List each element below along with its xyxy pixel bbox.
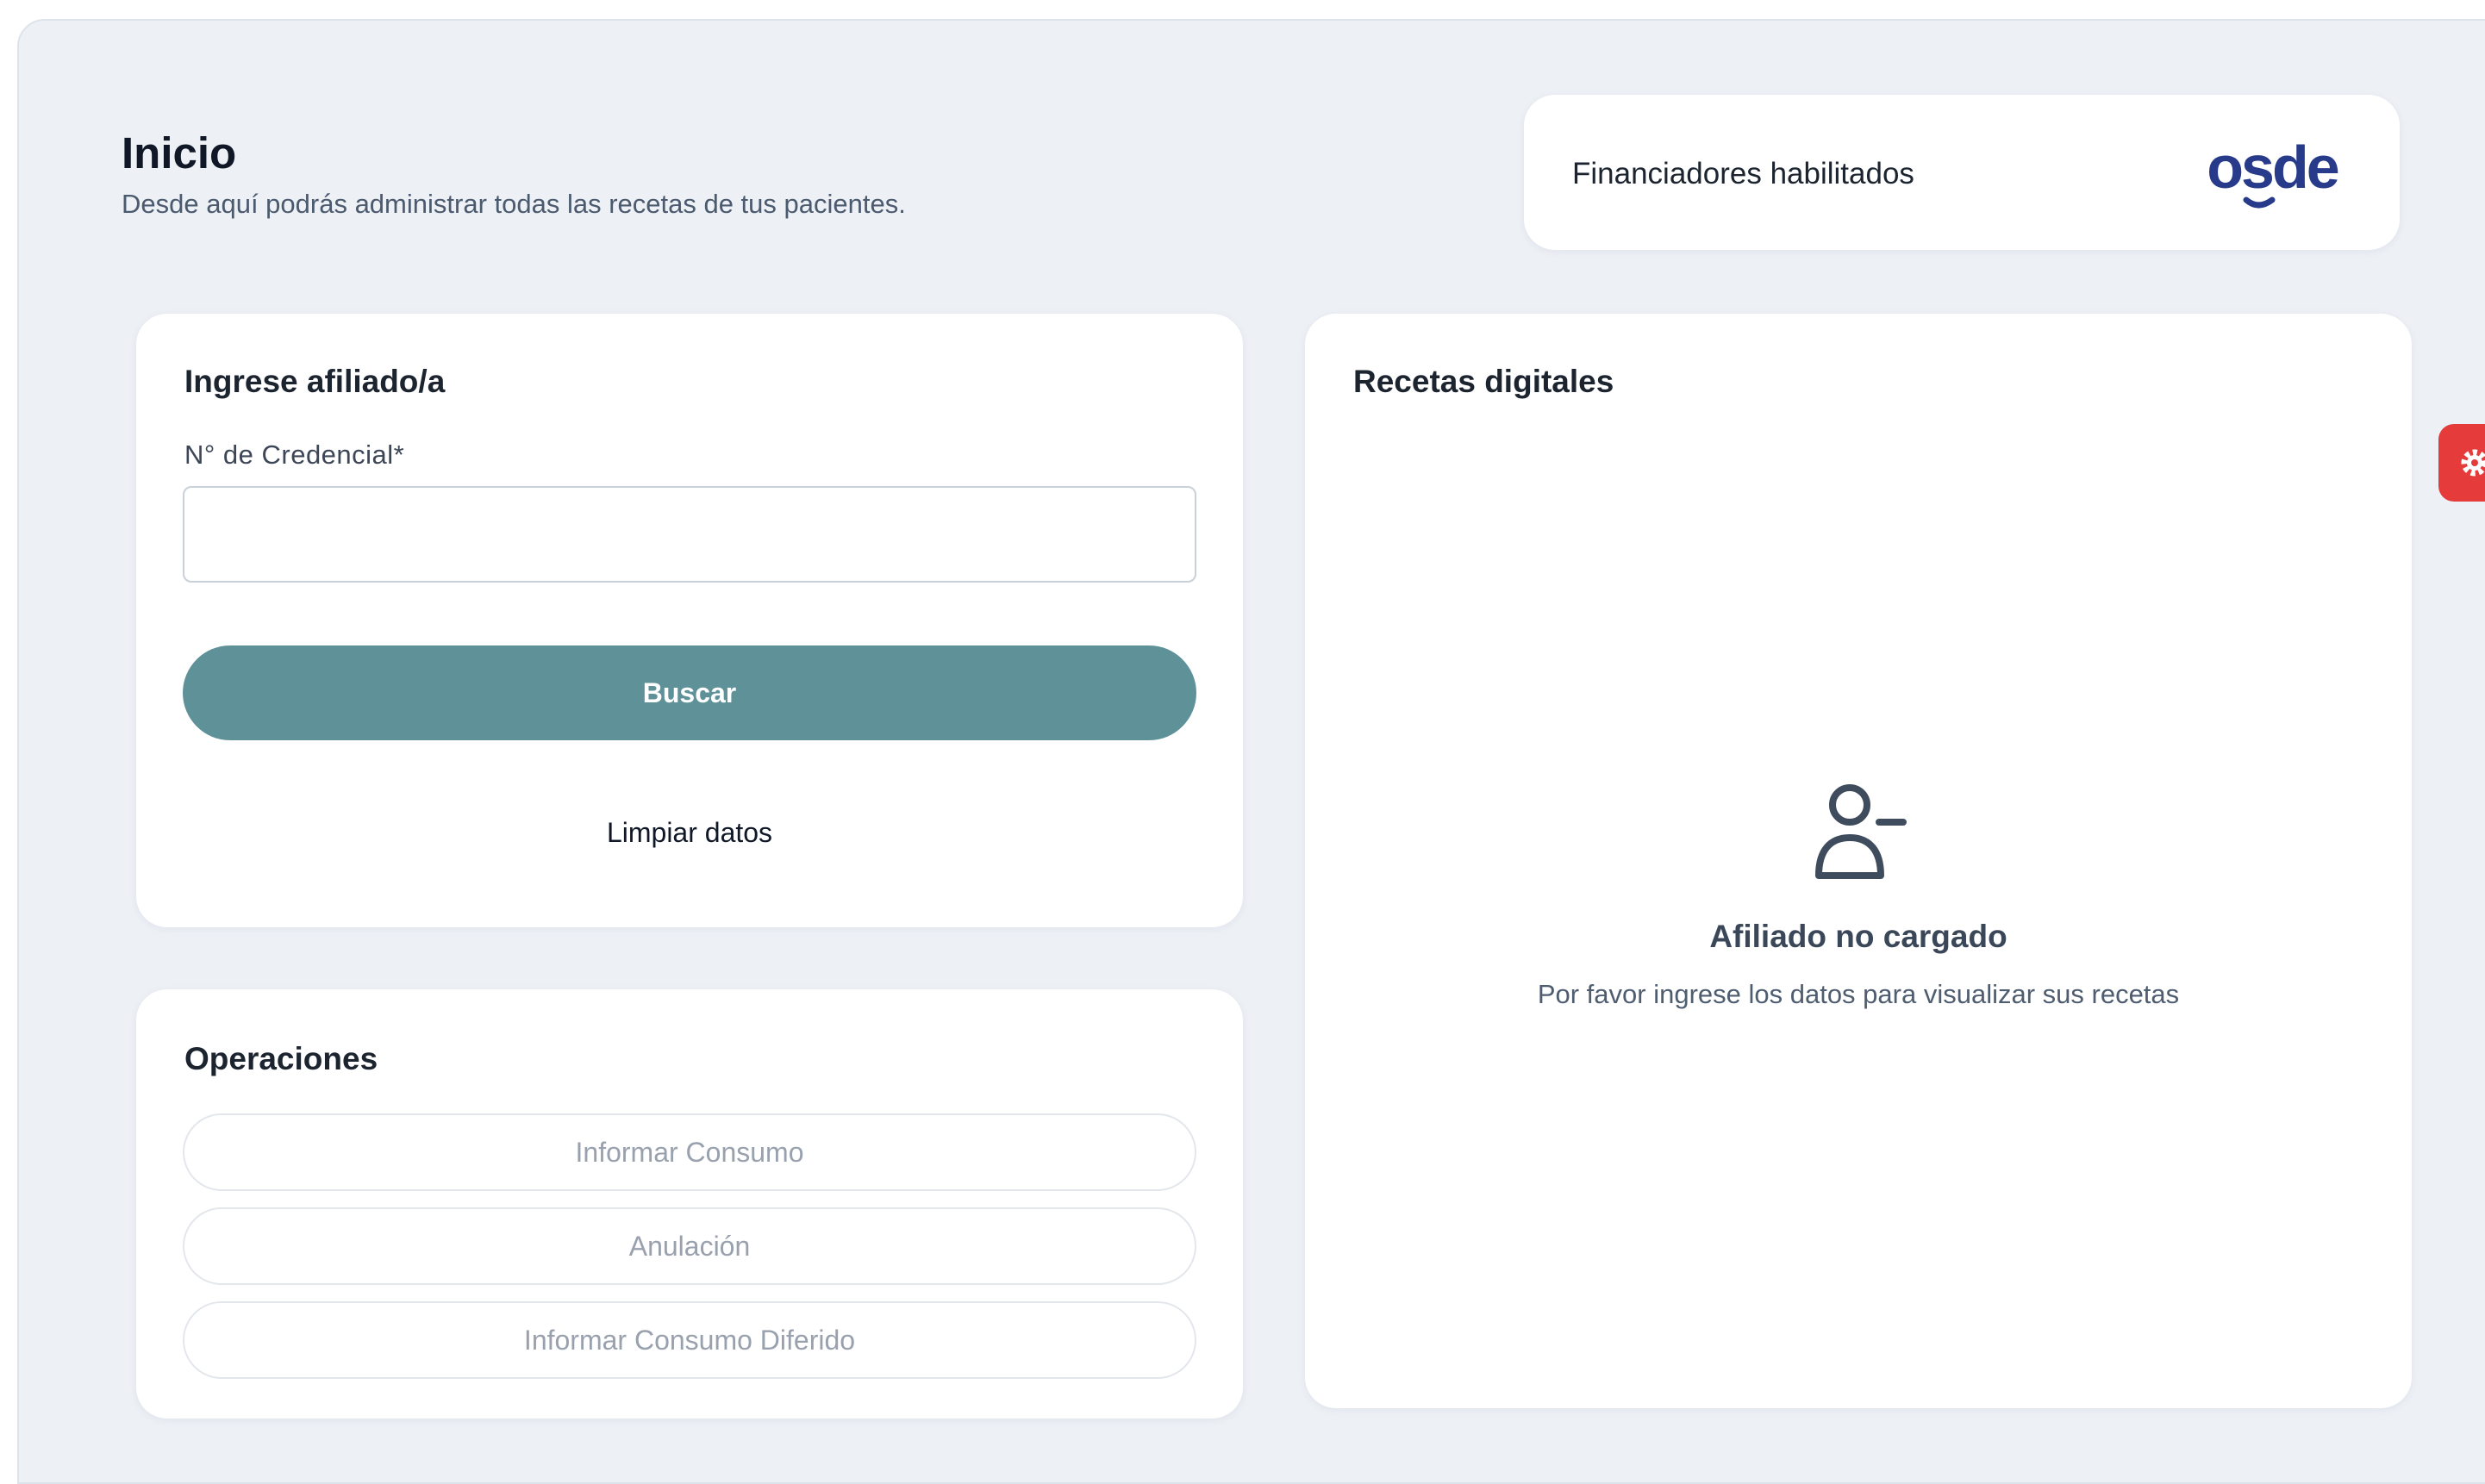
afiliado-card: Ingrese afiliado/a N° de Credencial* Bus…: [136, 314, 1243, 927]
recetas-heading: Recetas digitales: [1353, 364, 1614, 399]
user-minus-icon: [1815, 784, 1907, 879]
recetas-card: Recetas digitales Afiliado no cargado Po…: [1305, 314, 2412, 1408]
empty-state-title: Afiliado no cargado: [1709, 919, 2007, 954]
page-title: Inicio: [122, 128, 237, 178]
limpiar-datos-button[interactable]: Limpiar datos: [183, 807, 1196, 858]
app-container: Inicio Desde aquí podrás administrar tod…: [17, 19, 2485, 1484]
page-subtitle: Desde aquí podrás administrar todas las …: [122, 189, 906, 219]
empty-state: Afiliado no cargado Por favor ingrese lo…: [1305, 779, 2412, 1010]
gear-icon: [2461, 449, 2485, 477]
financiadores-card: Financiadores habilitados osde: [1524, 95, 2400, 250]
osde-logo: osde: [2207, 138, 2341, 209]
afiliado-heading: Ingrese afiliado/a: [184, 364, 446, 399]
credencial-input[interactable]: [183, 486, 1196, 583]
informar-consumo-button[interactable]: Informar Consumo: [183, 1113, 1196, 1191]
operaciones-card: Operaciones Informar Consumo Anulación I…: [136, 989, 1243, 1419]
operaciones-heading: Operaciones: [184, 1041, 378, 1076]
financiadores-label: Financiadores habilitados: [1572, 157, 1914, 190]
informar-consumo-diferido-button[interactable]: Informar Consumo Diferido: [183, 1301, 1196, 1379]
credencial-label: N° de Credencial*: [184, 440, 405, 470]
settings-button[interactable]: [2438, 424, 2485, 502]
anulacion-button[interactable]: Anulación: [183, 1207, 1196, 1285]
empty-state-description: Por favor ingrese los datos para visuali…: [1537, 979, 2180, 1009]
osde-logo-text: osde: [2207, 138, 2338, 201]
buscar-button[interactable]: Buscar: [183, 645, 1196, 740]
